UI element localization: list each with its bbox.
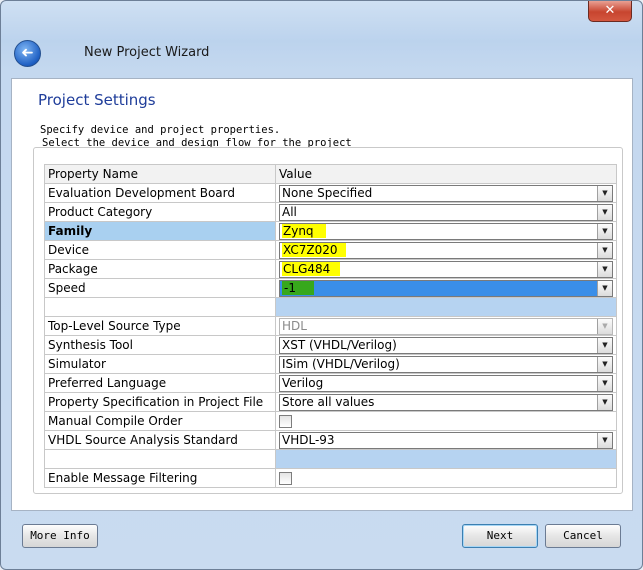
table-row: Package CLG484 ▼ [44, 259, 617, 279]
speed-value: -1 [282, 280, 314, 295]
table-row: Property Specification in Project File S… [44, 392, 617, 412]
table-row: VHDL Source Analysis Standard VHDL-93 ▼ [44, 430, 617, 450]
wizard-window: ✕ ➜ New Project Wizard Project Settings … [0, 0, 643, 570]
package-select[interactable]: CLG484 ▼ [279, 260, 613, 278]
speed-label: Speed [44, 278, 276, 298]
table-row: Device XC7Z020 ▼ [44, 240, 617, 260]
preferred-language-select[interactable]: Verilog ▼ [279, 374, 613, 392]
blank-cell [275, 449, 617, 469]
preferred-language-label: Preferred Language [44, 373, 276, 393]
table-row: Evaluation Development Board None Specif… [44, 183, 617, 203]
table-header: Property Name Value [44, 164, 617, 184]
package-value: CLG484 [282, 261, 341, 276]
family-value: Zynq [282, 223, 326, 238]
wizard-content: Project Settings Specify device and proj… [11, 78, 633, 511]
header-value: Value [275, 164, 617, 184]
device-value: XC7Z020 [282, 242, 346, 257]
header-property-name: Property Name [44, 164, 276, 184]
page-title: Project Settings [38, 91, 156, 109]
eval-board-value: None Specified [282, 185, 373, 200]
preferred-language-value: Verilog [282, 375, 324, 390]
table-row: Synthesis Tool XST (VHDL/Verilog) ▼ [44, 335, 617, 355]
chevron-down-icon[interactable]: ▼ [597, 185, 612, 201]
back-button[interactable]: ➜ [14, 40, 41, 67]
table-row-blank [44, 449, 617, 469]
message-filtering-label: Enable Message Filtering [44, 468, 276, 488]
table-row: Enable Message Filtering [44, 468, 617, 488]
package-label: Package [44, 259, 276, 279]
vhdl-standard-label: VHDL Source Analysis Standard [44, 430, 276, 450]
close-icon: ✕ [604, 3, 616, 18]
simulator-value: ISim (VHDL/Verilog) [282, 356, 400, 371]
chevron-down-icon[interactable]: ▼ [597, 375, 612, 391]
vhdl-standard-value: VHDL-93 [282, 432, 335, 447]
table-row: Manual Compile Order [44, 411, 617, 431]
chevron-down-icon[interactable]: ▼ [597, 204, 612, 220]
speed-select[interactable]: -1 ▼ [279, 279, 613, 297]
property-spec-value: Store all values [282, 394, 375, 409]
cancel-button[interactable]: Cancel [545, 524, 621, 548]
back-arrow-icon: ➜ [21, 44, 34, 62]
property-spec-label: Property Specification in Project File [44, 392, 276, 412]
chevron-down-icon[interactable]: ▼ [597, 261, 612, 277]
top-level-source-label: Top-Level Source Type [44, 316, 276, 336]
property-spec-select[interactable]: Store all values ▼ [279, 393, 613, 411]
top-level-source-value: HDL [282, 318, 307, 333]
table-row: Preferred Language Verilog ▼ [44, 373, 617, 393]
chevron-down-icon[interactable]: ▼ [597, 432, 612, 448]
table-row: Simulator ISim (VHDL/Verilog) ▼ [44, 354, 617, 374]
blank-cell [275, 297, 617, 317]
message-filtering-checkbox[interactable] [279, 472, 292, 485]
synthesis-tool-select[interactable]: XST (VHDL/Verilog) ▼ [279, 336, 613, 354]
synthesis-tool-label: Synthesis Tool [44, 335, 276, 355]
blank-cell [44, 297, 276, 317]
description-line-1: Specify device and project properties. [40, 124, 281, 136]
device-select[interactable]: XC7Z020 ▼ [279, 241, 613, 259]
table-row: Family Zynq ▼ [44, 221, 617, 241]
manual-compile-checkbox[interactable] [279, 415, 292, 428]
eval-board-select[interactable]: None Specified ▼ [279, 184, 613, 202]
property-table: Property Name Value Evaluation Developme… [44, 164, 617, 488]
chevron-down-icon[interactable]: ▼ [597, 242, 612, 258]
simulator-select[interactable]: ISim (VHDL/Verilog) ▼ [279, 355, 613, 373]
eval-board-label: Evaluation Development Board [44, 183, 276, 203]
product-category-value: All [282, 204, 297, 219]
chevron-down-icon[interactable]: ▼ [597, 394, 612, 410]
table-row: Product Category All ▼ [44, 202, 617, 222]
table-row-blank [44, 297, 617, 317]
table-row: Speed -1 ▼ [44, 278, 617, 298]
chevron-down-icon[interactable]: ▼ [597, 356, 612, 372]
manual-compile-label: Manual Compile Order [44, 411, 276, 431]
top-level-source-select: HDL ▼ [279, 317, 613, 335]
family-select[interactable]: Zynq ▼ [279, 222, 613, 240]
chevron-down-icon[interactable]: ▼ [597, 223, 612, 239]
chevron-down-icon[interactable]: ▼ [597, 280, 612, 296]
chevron-down-icon: ▼ [597, 318, 612, 334]
device-label: Device [44, 240, 276, 260]
synthesis-tool-value: XST (VHDL/Verilog) [282, 337, 397, 352]
next-button[interactable]: Next [462, 524, 538, 548]
family-label: Family [44, 221, 276, 241]
simulator-label: Simulator [44, 354, 276, 374]
chevron-down-icon[interactable]: ▼ [597, 337, 612, 353]
product-category-select[interactable]: All ▼ [279, 203, 613, 221]
more-info-button[interactable]: More Info [22, 524, 98, 548]
blank-cell [44, 449, 276, 469]
vhdl-standard-select[interactable]: VHDL-93 ▼ [279, 431, 613, 449]
product-category-label: Product Category [44, 202, 276, 222]
table-row: Top-Level Source Type HDL ▼ [44, 316, 617, 336]
window-title: New Project Wizard [84, 45, 210, 60]
close-button[interactable]: ✕ [588, 1, 632, 22]
